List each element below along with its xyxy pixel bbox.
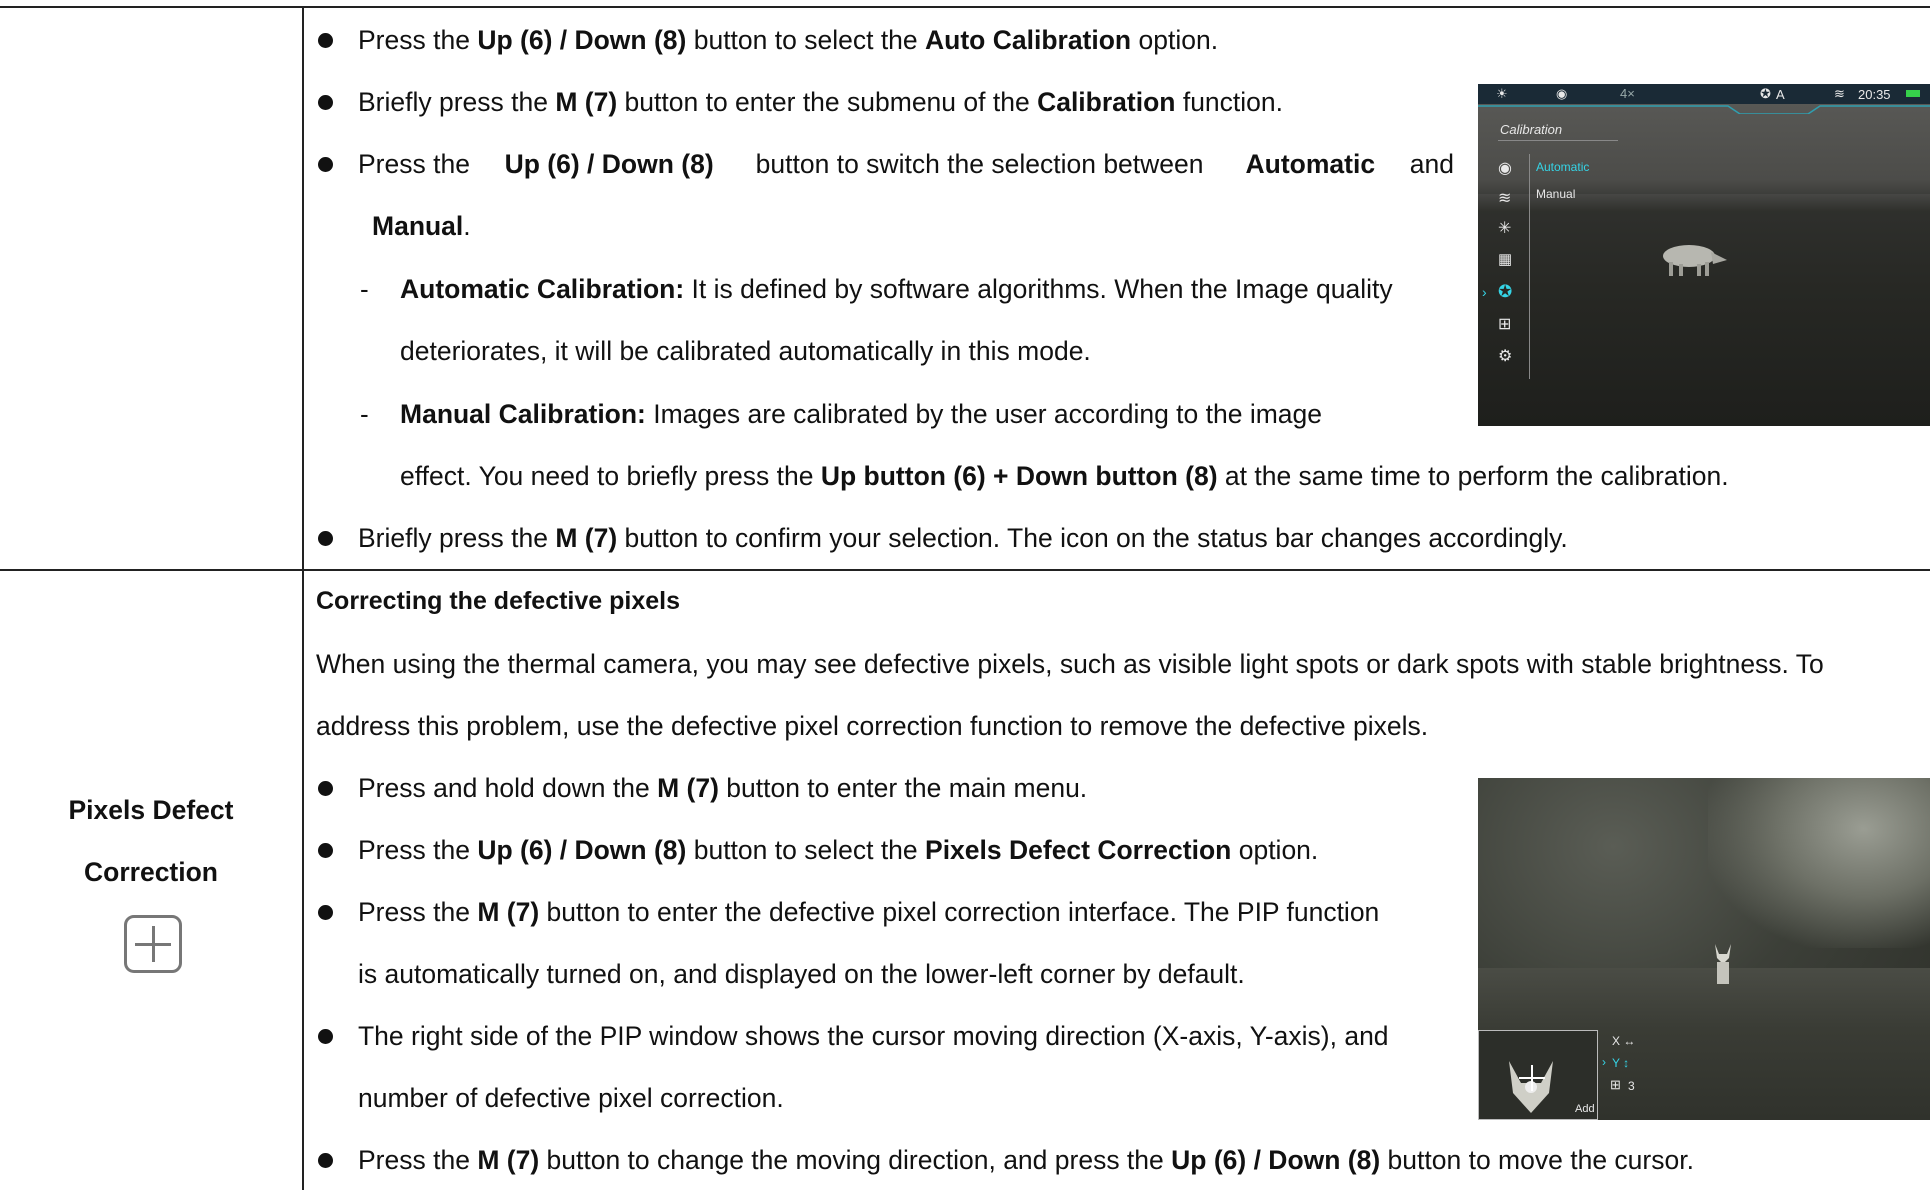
- pixel-correction-screen-image: Add X ↔ › Y ↕ ⊞ 3: [1478, 778, 1930, 1120]
- battery-icon: [1906, 90, 1920, 97]
- boar-figure: [1663, 245, 1727, 276]
- clock-time: 20:35: [1858, 87, 1891, 102]
- row-label-line2: Correction: [84, 857, 218, 887]
- bullet: [318, 531, 333, 546]
- selector-arrow-icon: ›: [1602, 1055, 1606, 1069]
- sun-icon: ☀: [1496, 86, 1508, 101]
- pixel-correction-menu-icon[interactable]: ⊞: [1498, 314, 1511, 334]
- eye-icon: ◉: [1556, 86, 1568, 101]
- s2-bullet-5: Press the M (7) button to change the mov…: [358, 1145, 1694, 1175]
- pixel-count-icon: ⊞: [1610, 1077, 1621, 1092]
- bullet: [318, 781, 333, 796]
- intro-line-2: address this problem, use the defective …: [316, 711, 1429, 741]
- dash-marker: -: [360, 274, 369, 304]
- calibration-screen-image: ☀ ◉ 4× ✪ A ≋ 20:35 Calibration Automatic…: [1478, 84, 1930, 426]
- s2-bullet-3-line2: is automatically turned on, and displaye…: [358, 959, 1245, 989]
- s1-dash-1-line2: deteriorates, it will be calibrated auto…: [400, 336, 1091, 366]
- section-heading: Correcting the defective pixels: [316, 587, 681, 615]
- option-manual[interactable]: Manual: [1536, 187, 1575, 201]
- pip-window: Add: [1478, 1030, 1598, 1120]
- calibration-mode-icon: ✪: [1760, 86, 1771, 101]
- pixel-count-value: 3: [1628, 1079, 1635, 1093]
- s2-bullet-4-line2: number of defective pixel correction.: [358, 1083, 784, 1113]
- fox-figure: [1715, 944, 1731, 984]
- bullet: [318, 157, 333, 172]
- pixel-correction-icon: [124, 915, 182, 973]
- s1-bullet-3-cont: Manual.: [372, 211, 471, 241]
- zoom-indicator: 4×: [1620, 86, 1635, 101]
- menu-vertical-divider: [1529, 154, 1530, 379]
- video-menu-icon[interactable]: ▦: [1498, 250, 1512, 268]
- pip-crosshair-v: [1531, 1065, 1533, 1091]
- s2-bullet-4: The right side of the PIP window shows t…: [358, 1021, 1389, 1051]
- selector-arrow-icon: ›: [1482, 284, 1487, 300]
- intro-line-1: When using the thermal camera, you may s…: [316, 649, 1824, 679]
- s1-dash-2-line2: effect. You need to briefly press the Up…: [400, 461, 1729, 491]
- menu-title: Calibration: [1500, 122, 1563, 137]
- pip-add-label: Add: [1575, 1103, 1595, 1115]
- tree-foliage: [1708, 778, 1930, 948]
- calibration-menu-icon[interactable]: ✪: [1498, 282, 1512, 302]
- bullet: [318, 33, 333, 48]
- bullet: [318, 905, 333, 920]
- s1-dash-1: Automatic Calibration: It is defined by …: [400, 274, 1393, 304]
- table-row-divider: [0, 569, 1930, 571]
- s1-dash-2: Manual Calibration: Images are calibrate…: [400, 399, 1323, 429]
- settings-menu-icon[interactable]: ⚙: [1498, 346, 1512, 366]
- bullet: [318, 843, 333, 858]
- s1-bullet-2: Briefly press the M (7) button to enter …: [358, 87, 1284, 117]
- s1-bullet-3: Press the Up (6) / Down (8) button to sw…: [358, 149, 1454, 179]
- s2-bullet-2: Press the Up (6) / Down (8) button to se…: [358, 835, 1319, 865]
- calibration-mode-label: A: [1776, 87, 1785, 102]
- bullet: [318, 1153, 333, 1168]
- bullet: [318, 95, 333, 110]
- s2-bullet-1: Press and hold down the M (7) button to …: [358, 773, 1088, 803]
- dash-marker: -: [360, 399, 369, 429]
- wifi-menu-icon[interactable]: ≋: [1498, 188, 1511, 208]
- row-label-line1: Pixels Defect: [68, 795, 234, 825]
- brightness-menu-icon[interactable]: ✳: [1498, 218, 1511, 238]
- eye-menu-icon[interactable]: ◉: [1498, 158, 1512, 178]
- s1-bullet-4: Briefly press the M (7) button to confir…: [358, 523, 1568, 553]
- axis-x-indicator: X ↔: [1612, 1034, 1636, 1048]
- bullet: [318, 1029, 333, 1044]
- axis-y-indicator: Y ↕: [1612, 1056, 1630, 1070]
- table-column-divider: [302, 6, 304, 1190]
- wifi-status-icon: ≋: [1834, 86, 1845, 101]
- menu-title-underline: [1498, 140, 1618, 141]
- s1-bullet-1: Press the Up (6) / Down (8) button to se…: [358, 25, 1219, 55]
- table-top-border: [0, 6, 1930, 8]
- s2-bullet-3: Press the M (7) button to enter the defe…: [358, 897, 1380, 927]
- option-automatic[interactable]: Automatic: [1536, 160, 1589, 174]
